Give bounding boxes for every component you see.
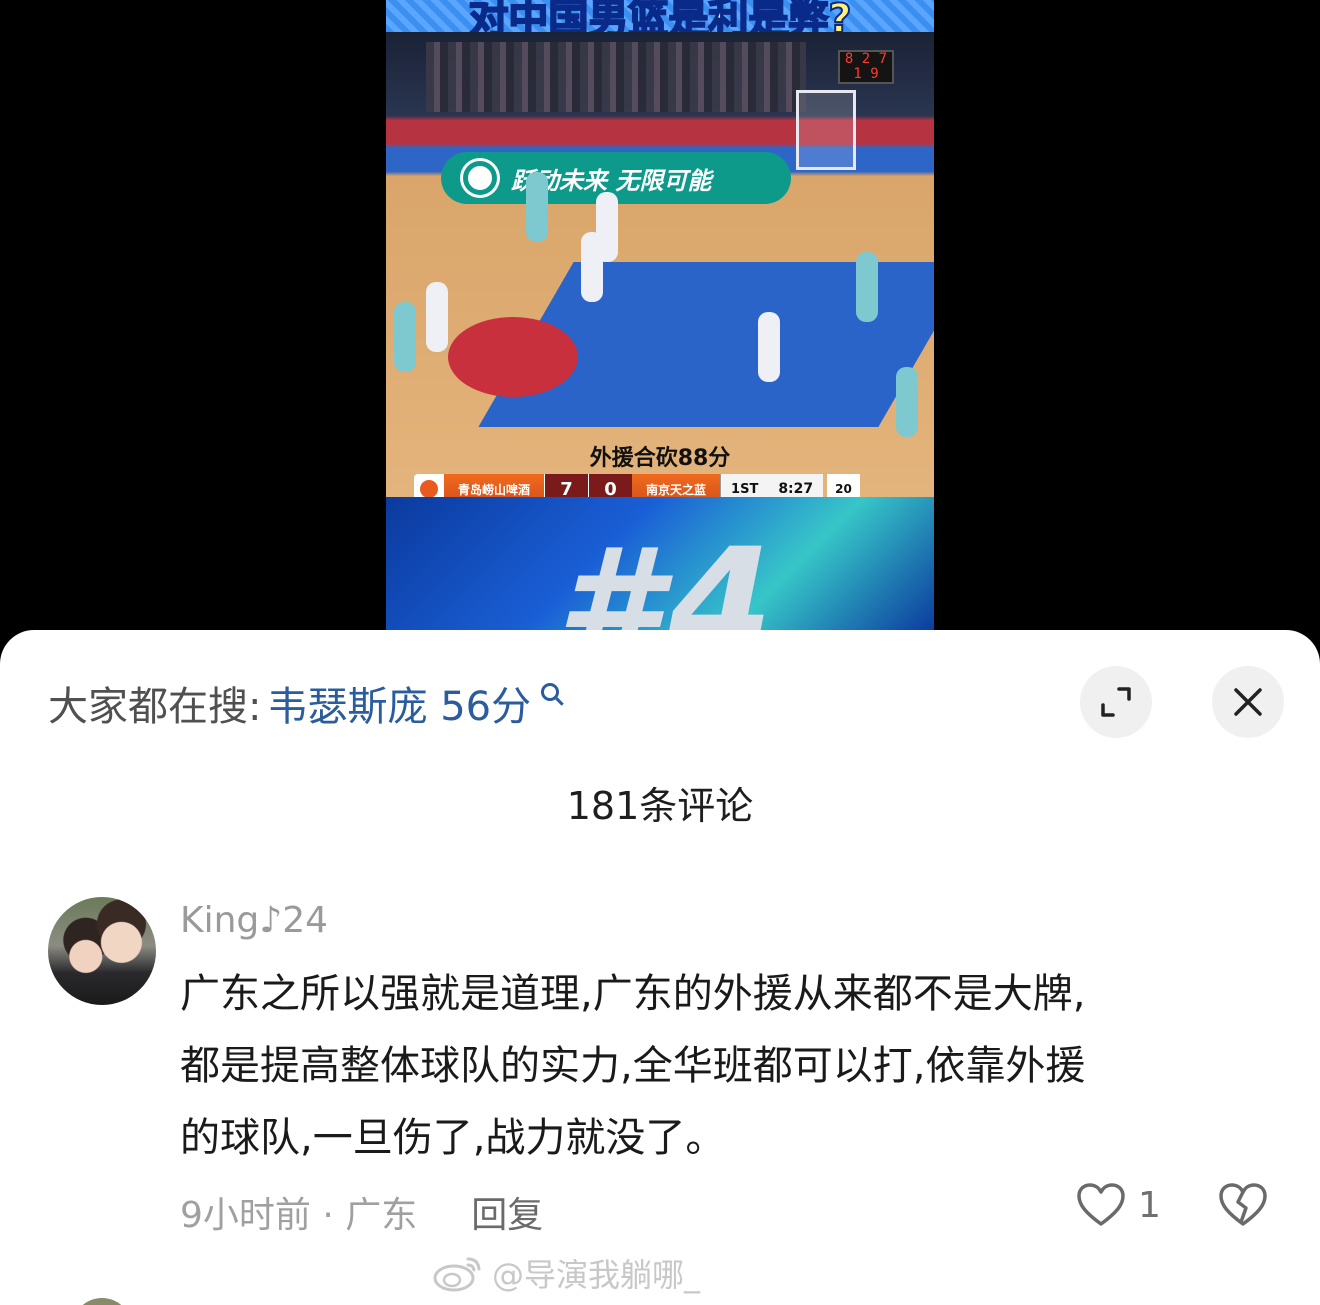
- promo-graphic: #4: [386, 497, 934, 632]
- basketball-court: 8 2 7 1 9 跃动未来 无限可能 外援合砍88分 青岛崂山啤酒 7 0 南…: [386, 32, 934, 504]
- comment-time-location: 9小时前 · 广东: [180, 1195, 418, 1236]
- video-player[interactable]: 对中国男篮是利是弊? 8 2 7 1 9 跃动未来 无限可能 外援合砍88分 青…: [0, 0, 1320, 640]
- watermark: @导演我躺哪_: [432, 1250, 700, 1296]
- search-icon[interactable]: [541, 683, 560, 701]
- close-button[interactable]: [1212, 666, 1284, 738]
- broken-heart-icon: [1219, 1183, 1267, 1226]
- video-caption: 外援合砍88分: [589, 446, 731, 471]
- dislike-button[interactable]: [1218, 1182, 1268, 1232]
- watermark-text: @导演我躺哪_: [492, 1256, 701, 1294]
- player: [896, 367, 918, 437]
- comment-sheet: 大家都在搜: 韦瑟斯庞 56分 181条评论 King♪24 广东之所以强就是道…: [0, 630, 1320, 1305]
- avatar[interactable]: [48, 897, 156, 1005]
- close-icon: [1234, 688, 1262, 716]
- next-comment-avatar[interactable]: [72, 1298, 132, 1305]
- comment-line: 广东之所以强就是道理,广东的外援从来都不是大牌,: [180, 971, 1086, 1017]
- player: [856, 252, 878, 322]
- arena-clock: 8 2 7 1 9: [838, 50, 894, 84]
- player: [426, 282, 448, 352]
- video-banner: 对中国男篮是利是弊?: [386, 0, 934, 43]
- crowd: [426, 42, 806, 112]
- comment-line: 的球队,一旦伤了,战力就没了。: [180, 1115, 726, 1161]
- reply-button[interactable]: 回复: [471, 1186, 543, 1238]
- username[interactable]: King♪24: [180, 900, 328, 941]
- arena-clock-text: 8 2 7 1 9: [844, 51, 888, 82]
- player: [758, 312, 780, 382]
- trending-search[interactable]: 大家都在搜: 韦瑟斯庞 56分: [48, 674, 560, 732]
- player: [526, 172, 548, 242]
- comment-count: 181条评论: [566, 784, 754, 828]
- heart-icon: [1077, 1183, 1125, 1226]
- weibo-icon: [433, 1257, 481, 1292]
- like-button[interactable]: 1: [1076, 1182, 1161, 1228]
- video-frame[interactable]: 对中国男篮是利是弊? 8 2 7 1 9 跃动未来 无限可能 外援合砍88分 青…: [386, 0, 934, 632]
- comment-line: 都是提高整体球队的实力,全华班都可以打,依靠外援: [180, 1043, 1086, 1089]
- ad-logo-icon: [463, 161, 497, 195]
- comment-meta: 9小时前 · 广东 回复: [180, 1186, 543, 1238]
- player: [394, 302, 416, 372]
- promo-number: #4: [556, 517, 781, 632]
- backboard: [796, 90, 856, 170]
- expand-icon: [1101, 687, 1131, 717]
- trending-search-term[interactable]: 韦瑟斯庞 56分: [267, 674, 531, 732]
- player: [581, 232, 603, 302]
- like-count: 1: [1138, 1184, 1161, 1226]
- trending-search-prefix: 大家都在搜:: [48, 684, 262, 730]
- comment-text[interactable]: 广东之所以强就是道理,广东的外援从来都不是大牌, 都是提高整体球队的实力,全华班…: [180, 958, 1260, 1174]
- court-logo: [448, 317, 578, 397]
- expand-button[interactable]: [1080, 666, 1152, 738]
